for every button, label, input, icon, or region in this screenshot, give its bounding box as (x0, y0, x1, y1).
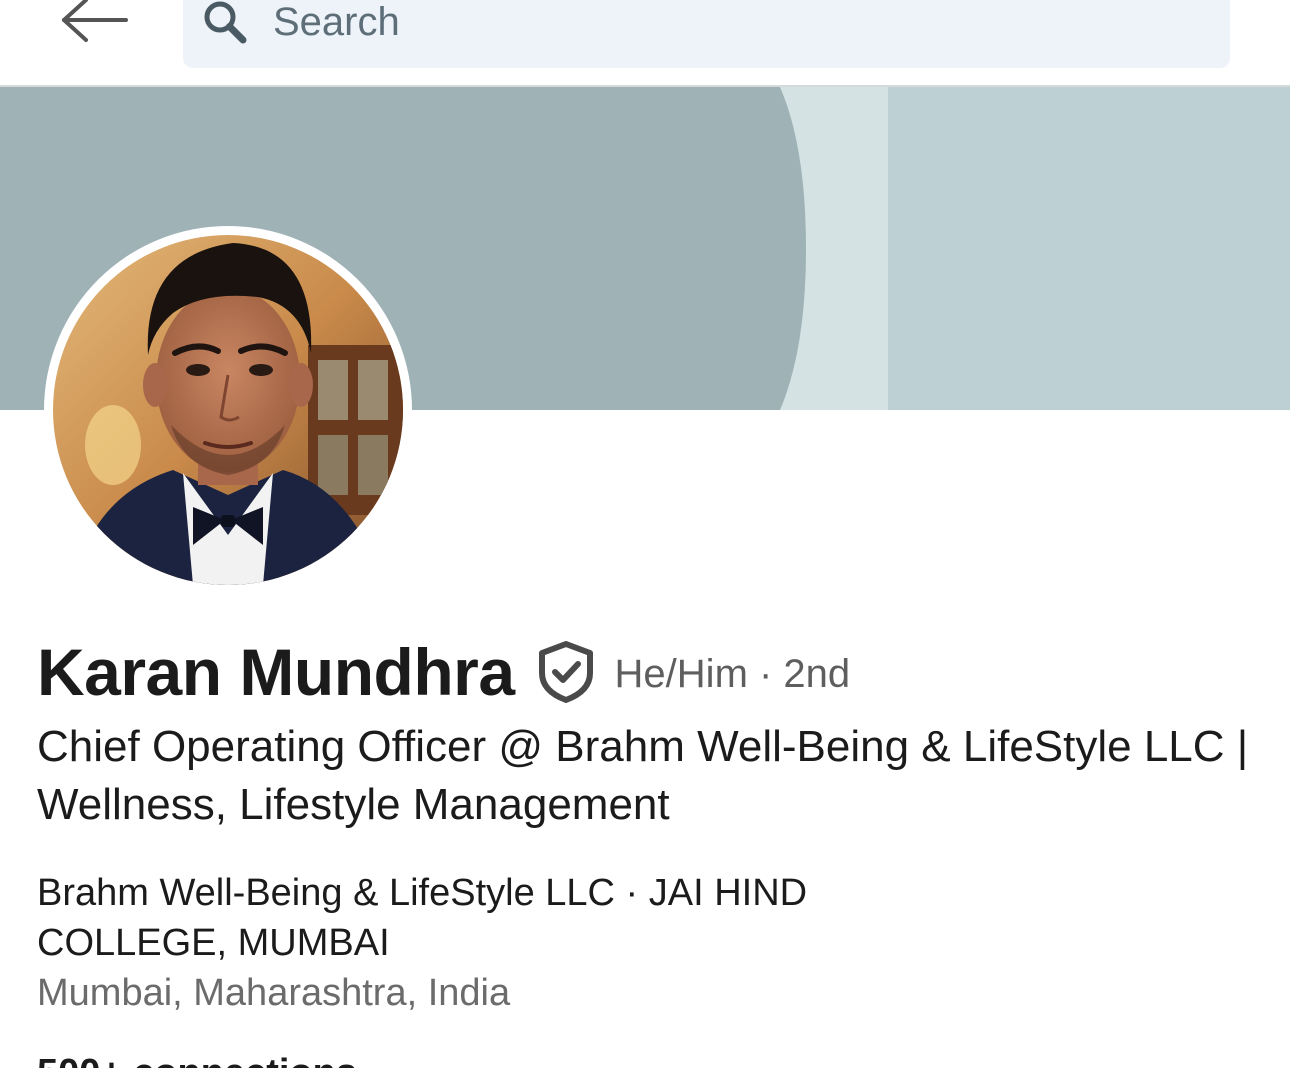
profile-avatar[interactable] (44, 226, 412, 594)
search-icon (204, 1, 247, 44)
top-bar (0, 0, 1290, 87)
profile-location: Mumbai, Maharashtra, India (37, 972, 511, 1014)
pronouns-degree: He/Him · 2nd (614, 651, 851, 696)
search-input[interactable] (273, 0, 1173, 46)
verified-shield-icon[interactable] (537, 641, 595, 703)
profile-page: Karan Mundhra He/Him · 2nd Chief Operati… (0, 0, 1290, 1068)
search-bar[interactable] (183, 0, 1230, 68)
arrow-left-icon (62, 0, 128, 42)
profile-photo (53, 235, 403, 585)
profile-headline: Chief Operating Officer @ Brahm Well-Bei… (37, 722, 1249, 829)
name-row: Karan Mundhra He/Him · 2nd (37, 632, 850, 712)
connections-count[interactable]: 500+ connections (37, 1048, 357, 1068)
back-button[interactable] (56, 0, 136, 50)
company-education[interactable]: Brahm Well-Being & LifeStyle LLC · JAI H… (37, 868, 937, 968)
profile-name: Karan Mundhra (37, 635, 515, 709)
